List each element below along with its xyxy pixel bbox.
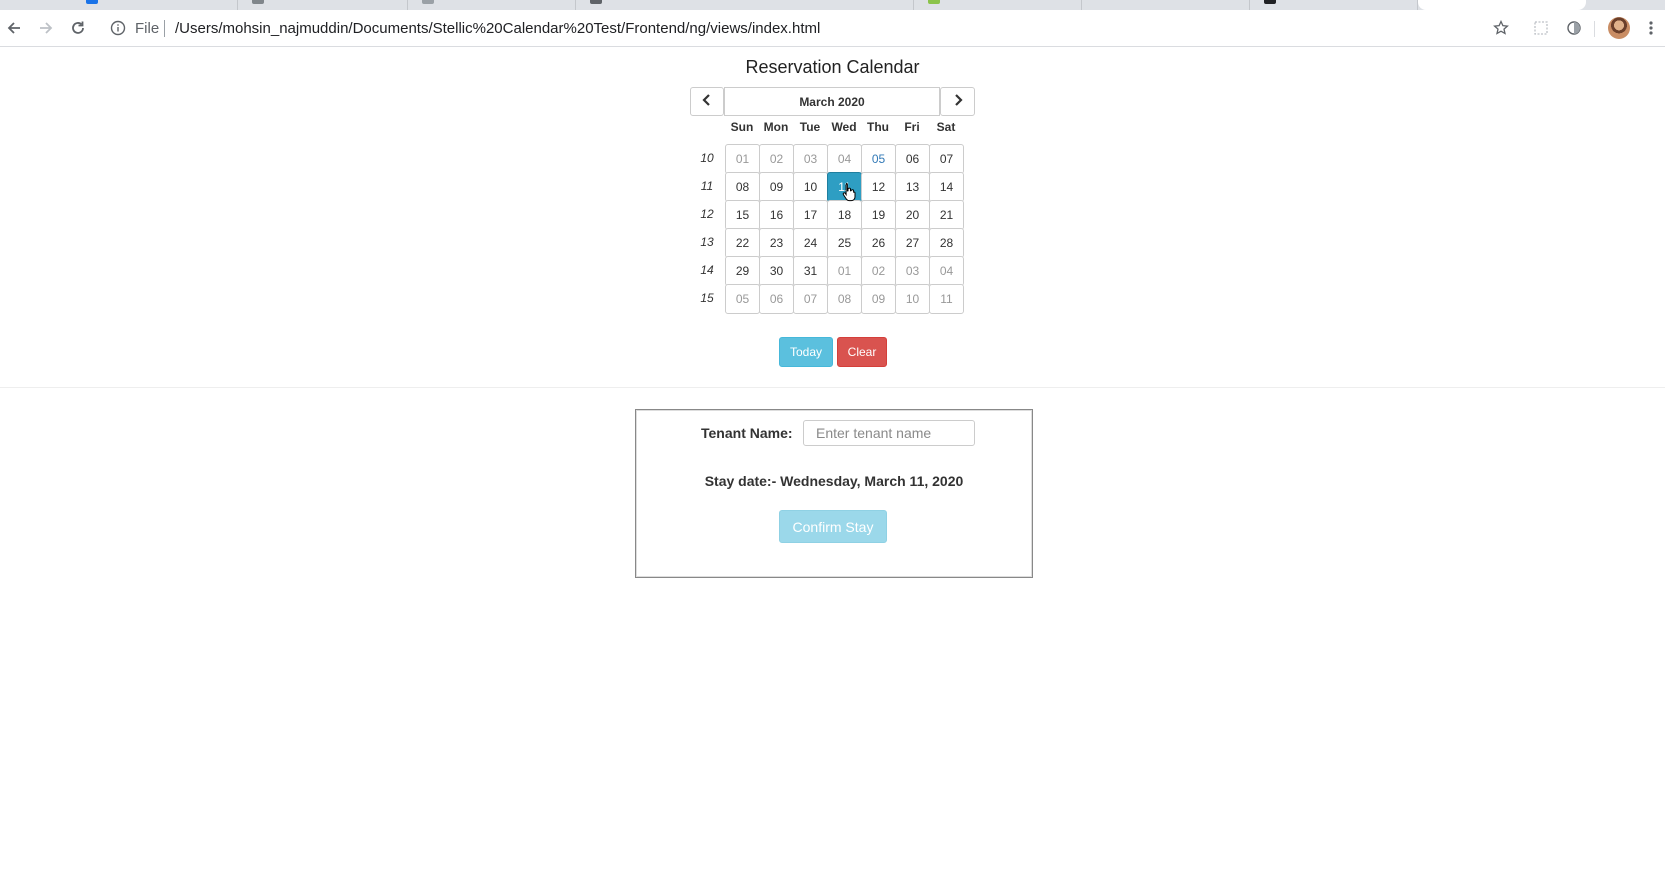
day-cell[interactable]: 23 bbox=[759, 228, 794, 258]
browser-tab[interactable] bbox=[914, 0, 1082, 10]
day-cell[interactable]: 21 bbox=[929, 200, 964, 230]
tab-favicon-icon bbox=[590, 0, 602, 4]
day-cell[interactable]: 02 bbox=[861, 256, 896, 286]
day-cell[interactable]: 06 bbox=[759, 284, 794, 314]
day-cell-selected[interactable]: 11 bbox=[827, 172, 862, 202]
day-cell[interactable]: 31 bbox=[793, 256, 828, 286]
day-cell[interactable]: 27 bbox=[895, 228, 930, 258]
day-cell[interactable]: 08 bbox=[725, 172, 760, 202]
browser-toolbar: File /Users/mohsin_najmuddin/Documents/S… bbox=[0, 10, 1665, 47]
browser-tab[interactable] bbox=[1082, 0, 1250, 10]
tenant-name-label: Tenant Name: bbox=[701, 425, 793, 441]
day-cell[interactable]: 17 bbox=[793, 200, 828, 230]
profile-circle-icon[interactable] bbox=[1564, 18, 1584, 38]
day-cell[interactable]: 01 bbox=[725, 144, 760, 174]
weekday-header: Thu bbox=[867, 120, 889, 134]
browser-tab-active[interactable] bbox=[1418, 0, 1586, 10]
tab-favicon-icon bbox=[86, 0, 98, 4]
week-number: 15 bbox=[700, 291, 714, 305]
weekday-header: Sat bbox=[936, 120, 956, 134]
day-cell[interactable]: 24 bbox=[793, 228, 828, 258]
day-cell[interactable]: 15 bbox=[725, 200, 760, 230]
next-month-button[interactable] bbox=[940, 87, 975, 116]
day-cell[interactable]: 10 bbox=[793, 172, 828, 202]
week-number: 12 bbox=[700, 207, 714, 221]
reload-icon[interactable] bbox=[68, 18, 88, 38]
day-cell[interactable]: 28 bbox=[929, 228, 964, 258]
week-number: 10 bbox=[700, 151, 714, 165]
browser-tab[interactable] bbox=[1250, 0, 1418, 10]
extension-icon[interactable] bbox=[1531, 18, 1551, 38]
chevron-left-icon bbox=[702, 93, 712, 111]
address-bar-url[interactable]: /Users/mohsin_najmuddin/Documents/Stelli… bbox=[175, 20, 820, 37]
day-cell[interactable]: 19 bbox=[861, 200, 896, 230]
tab-favicon-icon bbox=[928, 0, 940, 4]
tab-favicon-icon bbox=[252, 0, 264, 4]
tab-favicon-icon bbox=[1264, 0, 1276, 4]
tab-favicon-icon bbox=[422, 0, 434, 4]
day-cell[interactable]: 29 bbox=[725, 256, 760, 286]
browser-tab[interactable] bbox=[238, 0, 408, 10]
chevron-right-icon bbox=[953, 93, 963, 111]
day-cell[interactable]: 03 bbox=[793, 144, 828, 174]
day-cell[interactable]: 02 bbox=[759, 144, 794, 174]
browser-tab[interactable] bbox=[576, 0, 914, 10]
url-separator bbox=[164, 20, 165, 37]
day-cell[interactable]: 03 bbox=[895, 256, 930, 286]
day-cell[interactable]: 09 bbox=[759, 172, 794, 202]
day-cell[interactable]: 09 bbox=[861, 284, 896, 314]
day-cell[interactable]: 04 bbox=[827, 144, 862, 174]
browser-tab[interactable] bbox=[0, 0, 238, 10]
day-cell[interactable]: 25 bbox=[827, 228, 862, 258]
day-cell[interactable]: 05 bbox=[725, 284, 760, 314]
day-cell[interactable]: 16 bbox=[759, 200, 794, 230]
day-cell[interactable]: 30 bbox=[759, 256, 794, 286]
confirm-stay-button[interactable]: Confirm Stay bbox=[779, 510, 887, 543]
more-vert-icon[interactable] bbox=[1641, 18, 1661, 38]
back-arrow-icon[interactable] bbox=[4, 18, 24, 38]
weekday-header: Sun bbox=[730, 120, 754, 134]
day-cell[interactable]: 08 bbox=[827, 284, 862, 314]
day-cell[interactable]: 07 bbox=[793, 284, 828, 314]
toolbar-divider bbox=[1594, 21, 1595, 37]
info-icon[interactable] bbox=[110, 20, 126, 36]
day-cell[interactable]: 10 bbox=[895, 284, 930, 314]
day-cell[interactable]: 06 bbox=[895, 144, 930, 174]
day-cell[interactable]: 05 bbox=[861, 144, 896, 174]
day-cell[interactable]: 07 bbox=[929, 144, 964, 174]
avatar[interactable] bbox=[1608, 17, 1630, 39]
week-number: 14 bbox=[700, 263, 714, 277]
weekday-header: Mon bbox=[763, 120, 789, 134]
day-cell[interactable]: 20 bbox=[895, 200, 930, 230]
stay-date-text: Stay date:- Wednesday, March 11, 2020 bbox=[704, 473, 964, 489]
forward-arrow-icon[interactable] bbox=[36, 18, 56, 38]
tenant-name-input[interactable] bbox=[803, 420, 975, 446]
day-cell[interactable]: 22 bbox=[725, 228, 760, 258]
page-title: Reservation Calendar bbox=[745, 57, 920, 77]
browser-tab[interactable] bbox=[408, 0, 576, 10]
today-button[interactable]: Today bbox=[779, 337, 833, 367]
day-cell[interactable]: 12 bbox=[861, 172, 896, 202]
week-number: 13 bbox=[700, 235, 714, 249]
day-cell[interactable]: 26 bbox=[861, 228, 896, 258]
weekday-header: Wed bbox=[831, 120, 857, 134]
month-title-button[interactable]: March 2020 bbox=[724, 87, 940, 116]
prev-month-button[interactable] bbox=[690, 87, 724, 116]
day-cell[interactable]: 13 bbox=[895, 172, 930, 202]
weekday-header: Fri bbox=[904, 120, 920, 134]
weekday-header: Tue bbox=[799, 120, 821, 134]
section-divider bbox=[0, 387, 1665, 388]
bookmark-star-icon[interactable] bbox=[1491, 18, 1511, 38]
day-cell[interactable]: 18 bbox=[827, 200, 862, 230]
week-number: 11 bbox=[700, 179, 714, 193]
clear-button[interactable]: Clear bbox=[837, 337, 887, 367]
day-cell[interactable]: 11 bbox=[929, 284, 964, 314]
tab-strip bbox=[0, 0, 1665, 10]
day-cell[interactable]: 14 bbox=[929, 172, 964, 202]
day-cell[interactable]: 04 bbox=[929, 256, 964, 286]
day-cell[interactable]: 01 bbox=[827, 256, 862, 286]
url-scheme-label: File bbox=[135, 20, 160, 37]
